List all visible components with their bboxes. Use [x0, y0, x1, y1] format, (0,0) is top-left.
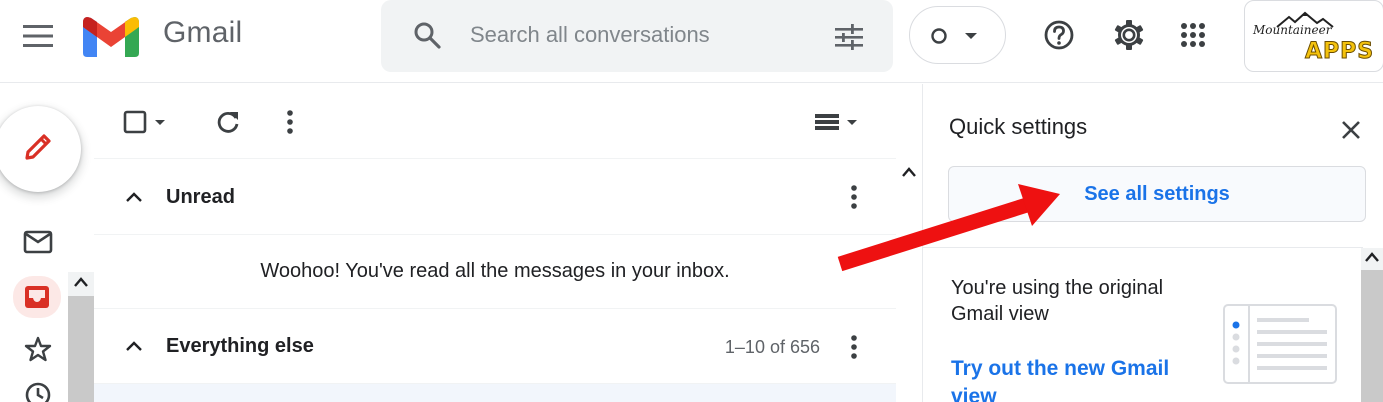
- density-button[interactable]: [804, 104, 866, 140]
- menu-icon: [23, 25, 53, 47]
- main-menu-button[interactable]: [14, 14, 62, 58]
- help-icon: [1044, 20, 1074, 50]
- account-button[interactable]: Mountaineer APPS: [1244, 0, 1383, 72]
- help-button[interactable]: [1036, 12, 1082, 58]
- search-button[interactable]: [404, 12, 450, 58]
- empty-inbox-message: Woohoo! You've read all the messages in …: [94, 235, 896, 309]
- more-actions-button[interactable]: [272, 104, 308, 140]
- compose-button[interactable]: [0, 106, 81, 192]
- clock-icon: [25, 382, 51, 402]
- star-icon: [24, 336, 52, 362]
- status-icon: [931, 28, 947, 44]
- view-description: You're using the original Gmail view: [951, 277, 1164, 325]
- mail-icon: [23, 230, 53, 254]
- search-options-icon: [835, 24, 863, 50]
- section-everything-else[interactable]: Everything else 1–10 of 656: [94, 309, 896, 384]
- section-title: Unread: [166, 186, 235, 208]
- settings-button[interactable]: [1106, 12, 1152, 58]
- checkbox-icon: [123, 110, 165, 134]
- chevron-up-icon[interactable]: [124, 190, 144, 204]
- apps-button[interactable]: [1170, 12, 1216, 58]
- close-icon: [1342, 121, 1360, 139]
- search-options-button[interactable]: [826, 14, 872, 60]
- section-unread[interactable]: Unread: [94, 160, 896, 235]
- status-dropdown[interactable]: [909, 6, 1006, 64]
- message-row[interactable]: [94, 384, 896, 402]
- refresh-icon: [217, 112, 239, 133]
- annotation-arrow-icon: [837, 184, 1060, 272]
- scroll-up-icon[interactable]: [73, 276, 89, 288]
- try-new-view-link[interactable]: Try out the new Gmail view: [951, 355, 1171, 402]
- search-input[interactable]: [470, 20, 800, 50]
- gmail-logo-link[interactable]: [82, 14, 140, 58]
- density-icon: [815, 114, 857, 130]
- refresh-button[interactable]: [208, 104, 248, 140]
- quick-settings-title: Quick settings: [949, 114, 1088, 139]
- layout-illustration-icon: [1223, 304, 1337, 384]
- pagination-count: 1–10 of 656: [724, 337, 820, 357]
- more-vert-icon: [287, 110, 293, 134]
- inbox-icon: [25, 286, 49, 308]
- quick-settings-scrollbar-thumb[interactable]: [1361, 270, 1383, 402]
- nav-mail[interactable]: [18, 224, 58, 260]
- search-icon: [414, 22, 441, 49]
- nav-inbox[interactable]: [13, 276, 61, 318]
- app-name: Gmail: [163, 16, 243, 49]
- rail-scrollbar-thumb[interactable]: [68, 296, 94, 402]
- select-checkbox[interactable]: [116, 104, 172, 140]
- scroll-up-icon[interactable]: [1364, 251, 1380, 263]
- chevron-down-icon: [965, 33, 977, 39]
- chevron-up-icon[interactable]: [124, 339, 144, 353]
- close-button[interactable]: [1329, 108, 1373, 152]
- nav-snoozed[interactable]: [18, 378, 58, 402]
- nav-starred[interactable]: [18, 332, 58, 366]
- section-title: Everything else: [166, 335, 314, 357]
- gmail-logo: [83, 17, 139, 57]
- account-brand-bottom: APPS: [1304, 39, 1375, 65]
- more-vert-icon[interactable]: [850, 334, 858, 360]
- apps-icon: [1181, 23, 1205, 47]
- scroll-up-icon[interactable]: [901, 166, 917, 178]
- top-bar: Gmail Search all conversations Mountaine…: [0, 0, 1383, 83]
- account-brand-top: Mountaineer: [1253, 23, 1332, 37]
- settings-icon: [1114, 20, 1144, 50]
- empty-message-text: Woohoo! You've read all the messages in …: [260, 260, 730, 282]
- list-toolbar: [94, 84, 896, 159]
- compose-pencil-icon: [25, 134, 51, 160]
